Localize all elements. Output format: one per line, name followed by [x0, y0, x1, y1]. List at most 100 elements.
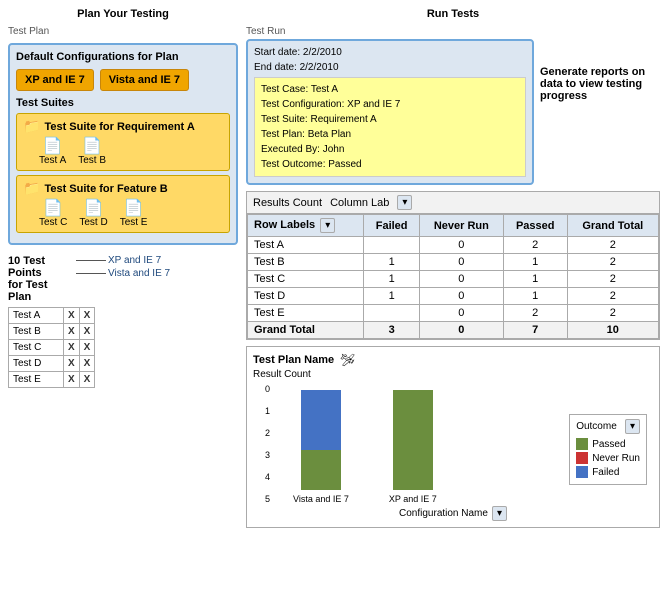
col2-label: Vista and IE 7 [108, 268, 170, 279]
col-grand-total: Grand Total [567, 215, 658, 237]
col1-label: XP and IE 7 [108, 255, 161, 266]
suite-a-tests: 📄 Test A 📄 Test B [23, 139, 223, 166]
row-passed: 2 [503, 305, 567, 322]
grand-total-passed: 7 [503, 322, 567, 339]
filter-icon[interactable]: 🛩 [340, 353, 355, 367]
col-passed: Passed [503, 215, 567, 237]
chart-legend: Outcome ▾ Passed Never Run [569, 414, 647, 485]
legend-item-passed: Passed [576, 438, 640, 450]
tooltip-line6: Test Outcome: Passed [261, 157, 519, 172]
legend-item-never-run: Never Run [576, 452, 640, 464]
legend-title-row: Outcome ▾ [576, 419, 640, 434]
row-never-run: 0 [419, 237, 503, 254]
legend-label-never-run: Never Run [592, 453, 640, 464]
legend-color-never-run [576, 452, 588, 464]
chart-bars-wrapper: Vista and IE 7 XP and IE 7 [273, 384, 653, 504]
doc-icon-b: 📄 [82, 139, 102, 155]
row-label: Test D [248, 288, 364, 305]
run-box: Start date: 2/2/2010 End date: 2/2/2010 … [246, 39, 534, 185]
row-failed: 1 [364, 288, 419, 305]
points-row: Test E X X [9, 372, 95, 388]
tooltip-line4: Test Plan: Beta Plan [261, 127, 519, 142]
points-v1: X [64, 340, 80, 356]
chart-y-label: Result Count [253, 369, 653, 380]
doc-icon-e: 📄 [124, 201, 144, 217]
table-row: Test E 0 2 2 [248, 305, 659, 322]
results-count-label: Results Count [253, 197, 322, 209]
col-lab-dropdown[interactable]: ▾ [397, 195, 412, 210]
config-btn-xp[interactable]: XP and IE 7 [16, 69, 94, 91]
points-v1: X [64, 372, 80, 388]
points-table: Test A X X Test B X X Test C X X Test D … [8, 307, 95, 388]
tooltip-line3: Test Suite: Requirement A [261, 112, 519, 127]
row-passed: 1 [503, 288, 567, 305]
x-label-dropdown[interactable]: ▾ [492, 506, 507, 521]
row-total: 2 [567, 237, 658, 254]
end-date: End date: 2/2/2010 [254, 62, 526, 73]
points-label: Test C [9, 340, 64, 356]
suite-feature-b: 📁 Test Suite for Feature B 📄 Test C 📄 Te… [16, 175, 230, 233]
bar-passed-vista [301, 450, 341, 490]
points-label: Test B [9, 324, 64, 340]
chart-inner: 5 4 3 2 1 0 [253, 384, 653, 504]
generate-text: Generate reports on data to view testing… [540, 26, 660, 185]
bar-xp-label: XP and IE 7 [389, 494, 437, 504]
legend-title: Outcome [576, 421, 617, 432]
points-label: Test D [9, 356, 64, 372]
row-failed: 1 [364, 271, 419, 288]
table-row: Test D 1 0 1 2 [248, 288, 659, 305]
results-table: Row Labels ▾ Failed Never Run Passed Gra… [247, 214, 659, 339]
grand-total-failed: 3 [364, 322, 419, 339]
points-row: Test C X X [9, 340, 95, 356]
points-v2: X [79, 340, 95, 356]
bar-failed-vista [301, 390, 341, 450]
legend-label-passed: Passed [592, 439, 625, 450]
bar-xp: XP and IE 7 [389, 390, 437, 504]
doc-icon-d: 📄 [84, 201, 104, 217]
run-tests-header: Run Tests [246, 8, 660, 20]
row-label: Test A [248, 237, 364, 254]
row-label: Test C [248, 271, 364, 288]
top-right: Test Run Start date: 2/2/2010 End date: … [246, 26, 660, 185]
tooltip-line1: Test Case: Test A [261, 82, 519, 97]
test-item-a: 📄 Test A [39, 139, 66, 166]
table-row: Test C 1 0 1 2 [248, 271, 659, 288]
row-never-run: 0 [419, 305, 503, 322]
points-header: 10 Test Points for Test Plan [8, 255, 68, 303]
bar-vista-label: Vista and IE 7 [293, 494, 349, 504]
points-row: Test D X X [9, 356, 95, 372]
run-section: Test Run Start date: 2/2/2010 End date: … [246, 26, 534, 185]
test-item-e: 📄 Test E [120, 201, 148, 228]
legend-dropdown[interactable]: ▾ [625, 419, 640, 434]
config-btn-vista[interactable]: Vista and IE 7 [100, 69, 189, 91]
doc-icon-a: 📄 [43, 139, 63, 155]
suite-b-tests: 📄 Test C 📄 Test D 📄 Test E [23, 201, 223, 228]
table-row: Test A 0 2 2 [248, 237, 659, 254]
points-label: Test E [9, 372, 64, 388]
points-v2: X [79, 356, 95, 372]
start-date: Start date: 2/2/2010 [254, 47, 526, 58]
row-total: 2 [567, 271, 658, 288]
default-config-title: Default Configurations for Plan [16, 51, 230, 63]
folder-icon-b: 📁 [23, 180, 40, 197]
test-item-c: 📄 Test C [39, 201, 67, 228]
tooltip-box: Test Case: Test A Test Configuration: XP… [254, 77, 526, 177]
tooltip-line2: Test Configuration: XP and IE 7 [261, 97, 519, 112]
row-never-run: 0 [419, 271, 503, 288]
points-v1: X [64, 324, 80, 340]
row-passed: 2 [503, 237, 567, 254]
points-v2: X [79, 308, 95, 324]
col-lab-label: Column Lab [330, 197, 389, 209]
suite-requirement-a: 📁 Test Suite for Requirement A 📄 Test A … [16, 113, 230, 171]
row-failed [364, 305, 419, 322]
row-labels-dropdown[interactable]: ▾ [320, 218, 335, 233]
row-total: 2 [567, 254, 658, 271]
legend-color-passed [576, 438, 588, 450]
points-row: Test B X X [9, 324, 95, 340]
grand-total-label: Grand Total [248, 322, 364, 339]
suite-a-title: 📁 Test Suite for Requirement A [23, 118, 223, 135]
chart-x-axis-label: Configuration Name ▾ [253, 506, 653, 521]
points-label: Test A [9, 308, 64, 324]
grand-total-never-run: 0 [419, 322, 503, 339]
folder-icon-a: 📁 [23, 118, 40, 135]
